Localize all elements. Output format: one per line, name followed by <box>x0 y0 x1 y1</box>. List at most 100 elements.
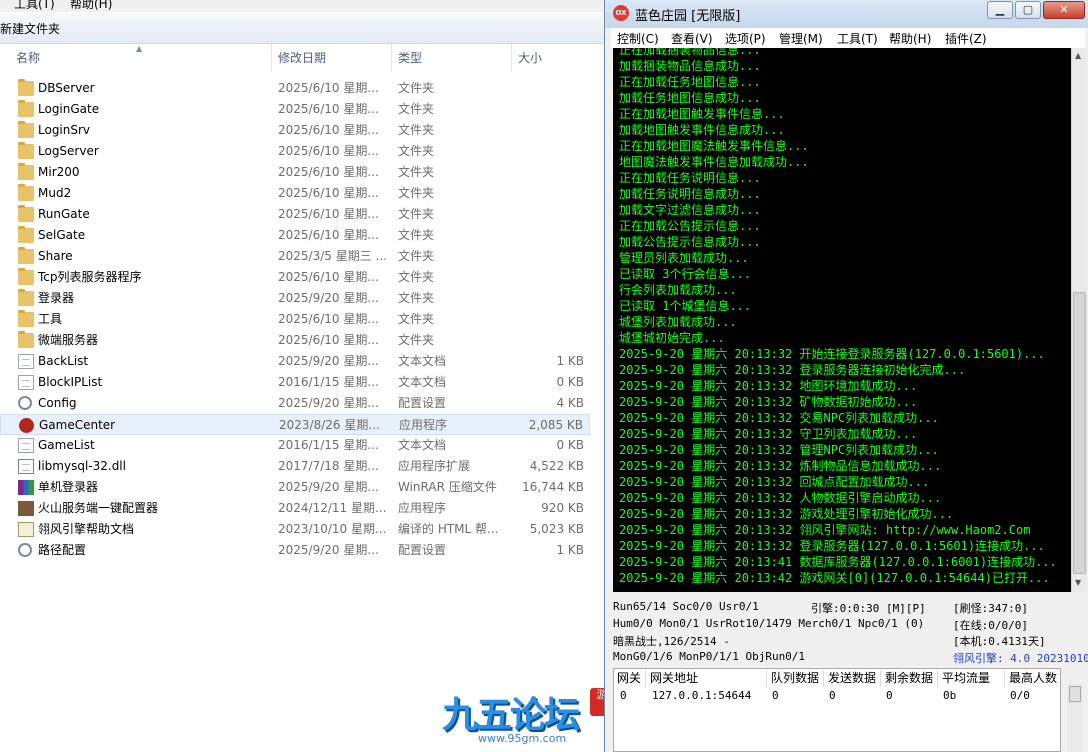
file-row[interactable]: LoginGate 2025/6/10 星期... 文件夹 <box>0 99 590 120</box>
file-row[interactable]: RunGate 2025/6/10 星期... 文件夹 <box>0 204 590 225</box>
file-name: Config <box>38 396 77 410</box>
console-line: 2025-9-20 星期六 20:13:32 登录服务器连接初始化完成... <box>619 363 966 377</box>
file-row[interactable]: 火山服务端一键配置器 2024/12/11 星期... 应用程序 920 KB <box>0 498 590 519</box>
file-row[interactable]: 路径配置 2025/9/20 星期... 配置设置 1 KB <box>0 540 590 561</box>
file-name: 登录器 <box>38 291 75 305</box>
folder-icon <box>18 310 34 327</box>
console-line: 2025-9-20 星期六 20:13:32 炼制物品信息加载成功... <box>619 459 942 473</box>
menu-tools[interactable]: 工具(T) <box>837 30 878 47</box>
file-row[interactable]: Mud2 2025/6/10 星期... 文件夹 <box>0 183 590 204</box>
file-row[interactable]: Config 2025/9/20 星期... 配置设置 4 KB <box>0 393 590 414</box>
file-size: 1 KB <box>556 543 584 557</box>
file-date: 2025/6/10 星期... <box>278 207 379 221</box>
column-header-size[interactable]: 大小 <box>514 44 590 72</box>
file-size: 5,023 KB <box>529 522 584 536</box>
console-line: 正在加载地图魔法触发事件信息... <box>619 139 809 153</box>
menu-manage[interactable]: 管理(M) <box>779 30 823 47</box>
console-line: 地图魔法触发事件信息加载成功... <box>619 155 809 169</box>
folder-icon <box>18 121 34 138</box>
console-line: 行会列表加载成功... <box>619 283 737 297</box>
config-file-icon <box>18 396 32 410</box>
file-name: Mir200 <box>38 165 80 179</box>
file-date: 2024/12/11 星期... <box>278 501 387 515</box>
file-row[interactable]: Share 2025/3/5 星期三 ... 文件夹 <box>0 246 590 267</box>
file-date: 2023/8/26 星期... <box>279 418 380 432</box>
gateway-scrollbar-thumb[interactable] <box>1069 686 1081 702</box>
gateway-col-sent[interactable]: 发送数据 <box>825 670 881 687</box>
console-line: 管理员列表加载成功... <box>619 251 749 265</box>
file-type: 文件夹 <box>398 144 435 158</box>
file-date: 2025/6/10 星期... <box>278 165 379 179</box>
minimize-button[interactable]: ▁ <box>987 1 1013 19</box>
gateway-col-max-users[interactable]: 最高人数 <box>1006 670 1060 687</box>
file-row[interactable]: 工具 2025/6/10 星期... 文件夹 <box>0 309 590 330</box>
file-row[interactable]: Tcp列表服务器程序 2025/6/10 星期... 文件夹 <box>0 267 590 288</box>
file-date: 2025/9/20 星期... <box>278 291 379 305</box>
file-type: 文件夹 <box>398 123 435 137</box>
file-name: Tcp列表服务器程序 <box>38 270 142 284</box>
scroll-down-icon[interactable]: ▼ <box>1075 578 1081 587</box>
column-header-date[interactable]: 修改日期 <box>274 44 392 72</box>
engine-status-panel: Run65/14 Soc0/0 Usr0/1 引擎:0:0:30 [M][P] … <box>613 598 1088 666</box>
console-line: 正在加载任务说明信息... <box>619 171 761 185</box>
status-online: [在线:0/0/0] <box>953 619 1028 632</box>
file-row[interactable]: DBServer 2025/6/10 星期... 文件夹 <box>0 78 590 99</box>
folder-icon <box>18 331 34 348</box>
gateway-col-remaining[interactable]: 剩余数据 <box>882 670 938 687</box>
gateway-col-address[interactable]: 网关地址 <box>647 670 767 687</box>
menu-tools[interactable]: 工具(T) <box>14 0 55 12</box>
status-uptime: [本机:0.4131天] <box>953 635 1046 648</box>
file-row[interactable]: BackList 2025/9/20 星期... 文本文档 1 KB <box>0 351 590 372</box>
file-row[interactable]: LoginSrv 2025/6/10 星期... 文件夹 <box>0 120 590 141</box>
gateway-table: 网关 网关地址 队列数据 发送数据 剩余数据 平均流量 最高人数 0 127.0… <box>613 668 1061 752</box>
console-line: 城堡城初始完成... <box>619 331 725 345</box>
console-line: 2025-9-20 星期六 20:13:32 交易NPC列表加载成功... <box>619 411 939 425</box>
menu-help[interactable]: 帮助(H) <box>889 30 931 47</box>
folder-icon <box>18 289 34 306</box>
gateway-col-id[interactable]: 网关 <box>614 670 646 687</box>
console-scrollbar[interactable]: ▲ ▼ <box>1071 48 1087 592</box>
file-row[interactable]: 登录器 2025/9/20 星期... 文件夹 <box>0 288 590 309</box>
folder-icon <box>18 79 34 96</box>
column-header-type[interactable]: 类型 <box>394 44 512 72</box>
file-type: 应用程序扩展 <box>398 459 471 473</box>
file-row[interactable]: Mir200 2025/6/10 星期... 文件夹 <box>0 162 590 183</box>
close-button[interactable]: ✕ <box>1043 1 1085 19</box>
file-row[interactable]: SelGate 2025/6/10 星期... 文件夹 <box>0 225 590 246</box>
menu-options[interactable]: 选项(P) <box>725 30 766 47</box>
file-date: 2025/6/10 星期... <box>278 312 379 326</box>
file-row[interactable]: GameList 2016/1/15 星期... 文本文档 0 KB <box>0 435 590 456</box>
file-row[interactable]: GameCenter 2023/8/26 星期... 应用程序 2,085 KB <box>0 414 590 435</box>
gateway-col-avg-flow[interactable]: 平均流量 <box>939 670 1005 687</box>
gateway-scrollbar[interactable] <box>1067 684 1083 752</box>
menu-help[interactable]: 帮助(H) <box>70 0 112 12</box>
gateway-cell-address: 127.0.0.1:54644 <box>652 689 752 702</box>
console-line: 2025-9-20 星期六 20:13:32 回城点配置加载成功... <box>619 475 930 489</box>
file-date: 2025/9/20 星期... <box>278 396 379 410</box>
gateway-col-queue[interactable]: 队列数据 <box>768 670 824 687</box>
file-date: 2025/9/20 星期... <box>278 480 379 494</box>
file-row[interactable]: 翎风引擎帮助文档 2023/10/10 星期... 编译的 HTML 帮... 5,0… <box>0 519 590 540</box>
file-name: LoginSrv <box>38 123 91 137</box>
text-file-icon <box>18 354 34 369</box>
maximize-button[interactable]: ▢ <box>1015 1 1041 19</box>
scrollbar-thumb[interactable] <box>1073 292 1086 574</box>
file-row[interactable]: 微端服务器 2025/6/10 星期... 文件夹 <box>0 330 590 351</box>
console-line: 2025-9-20 星期六 20:13:32 管理NPC列表加载成功... <box>619 443 939 457</box>
console-line: 加载任务说明信息成功... <box>619 187 761 201</box>
menu-plugins[interactable]: 插件(Z) <box>945 30 987 47</box>
new-folder-button[interactable]: 新建文件夹 <box>0 20 60 37</box>
help-file-icon <box>18 522 34 537</box>
file-date: 2025/6/10 星期... <box>278 186 379 200</box>
file-row[interactable]: 单机登录器 2025/9/20 星期... WinRAR 压缩文件 16,744 KB <box>0 477 590 498</box>
file-row[interactable]: libmysql-32.dll 2017/7/18 星期... 应用程序扩展 4,52… <box>0 456 590 477</box>
configurator-app-icon <box>18 501 34 516</box>
folder-icon <box>18 205 34 222</box>
file-row[interactable]: LogServer 2025/6/10 星期... 文件夹 <box>0 141 590 162</box>
scroll-up-icon[interactable]: ▲ <box>1075 51 1081 60</box>
menu-view[interactable]: 查看(V) <box>671 30 713 47</box>
file-row[interactable]: BlockIPList 2016/1/15 星期... 文本文档 0 KB <box>0 372 590 393</box>
folder-icon <box>18 268 34 285</box>
menu-control[interactable]: 控制(C) <box>617 30 659 47</box>
file-type: 文件夹 <box>398 333 435 347</box>
